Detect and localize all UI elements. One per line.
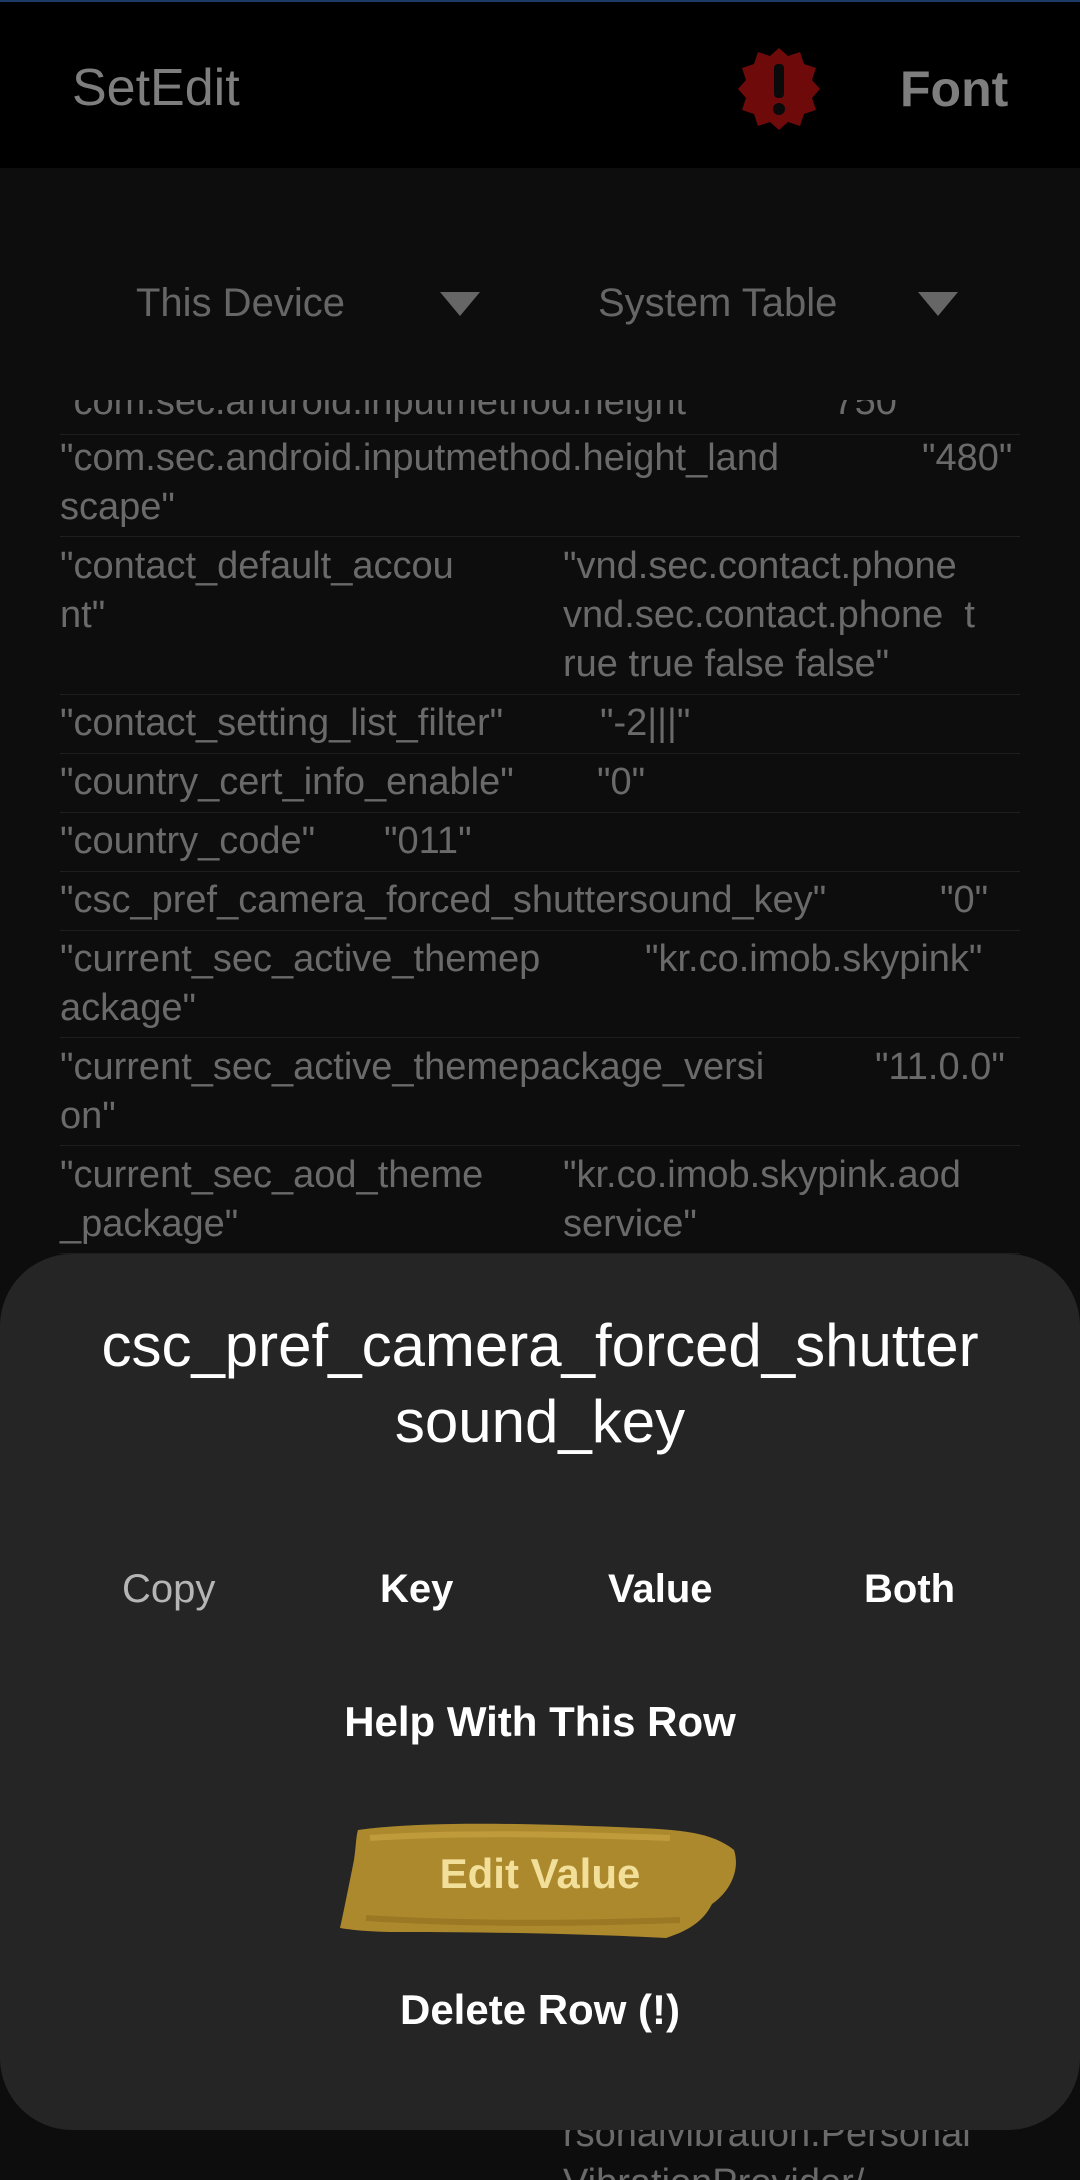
table-row[interactable]: "com.sec.android.inputmethod.height" "75… (60, 400, 1020, 435)
help-with-row-button[interactable]: Help With This Row (0, 1698, 1080, 1746)
delete-row-button[interactable]: Delete Row (!) (0, 1986, 1080, 2034)
sheet-title: csc_pref_camera_forced_shutter sound_key (101, 1312, 979, 1455)
table-row[interactable]: "current_sec_active_themepackage_versi o… (60, 1043, 1020, 1146)
table-row[interactable]: "contact_default_accou nt" "vnd.sec.cont… (60, 542, 1020, 695)
table-row[interactable]: "current_sec_active_themep ackage" "kr.c… (60, 935, 1020, 1038)
table-row[interactable]: "current_sec_aod_theme _package" "kr.co.… (60, 1151, 1020, 1254)
row-key: "csc_pref_camera_forced_shuttersound_key… (60, 879, 827, 921)
table-row[interactable]: "csc_pref_camera_forced_shuttersound_key… (60, 876, 1020, 931)
table-selector[interactable]: System Table (598, 268, 958, 338)
table-row[interactable]: "country_code" "011" (60, 817, 1020, 872)
row-value: "011" (384, 820, 472, 862)
table-row[interactable]: "contact_setting_list_filter" "-2|||" (60, 699, 1020, 754)
copy-value-button[interactable]: Value (608, 1554, 713, 1624)
font-button[interactable]: Font (900, 60, 1008, 118)
row-value: "480" (922, 437, 1013, 479)
row-value: "0" (940, 879, 989, 921)
row-key: "com.sec.android.inputmethod.height_land… (60, 437, 780, 528)
row-key: "country_code" (60, 820, 316, 862)
row-key: "country_cert_info_enable" (60, 761, 514, 803)
alert-badge-icon[interactable] (736, 46, 822, 132)
row-actions-sheet: csc_pref_camera_forced_shutter sound_key… (0, 1254, 1080, 2130)
table-row[interactable]: "com.sec.android.inputmethod.height_land… (60, 434, 1020, 537)
dropdown-arrow-icon (918, 292, 958, 316)
row-key: "contact_setting_list_filter" (60, 702, 504, 744)
row-key: "current_sec_active_themepackage_versi o… (60, 1046, 765, 1137)
row-value: "kr.co.imob.skypink" (645, 938, 983, 980)
row-value: "vnd.sec.contact.phone vnd.sec.contact.p… (563, 545, 975, 685)
app-bar: SetEdit Font (0, 2, 1080, 168)
row-value: "11.0.0" (875, 1046, 1005, 1088)
copy-label: Copy (122, 1567, 216, 1611)
device-selector-label: This Device (136, 280, 345, 325)
screen: SetEdit Font This Device System Table "c… (0, 0, 1080, 2180)
copy-key-button[interactable]: Key (380, 1554, 453, 1624)
copy-both-button[interactable]: Both (864, 1554, 955, 1624)
row-value: "0" (597, 761, 646, 803)
device-selector[interactable]: This Device (136, 268, 480, 338)
edit-value-button[interactable]: Edit Value (340, 1820, 740, 1944)
table-selector-label: System Table (598, 280, 838, 325)
row-key: "contact_default_accou nt" (60, 545, 454, 636)
row-value: "-2|||" (600, 702, 691, 744)
table-row[interactable]: "country_cert_info_enable" "0" (60, 758, 1020, 813)
app-title: SetEdit (72, 59, 240, 117)
row-key: "current_sec_aod_theme _package" (60, 1154, 484, 1245)
row-key: "com.sec.android.inputmethod.height" (60, 400, 700, 423)
copy-options: Copy Key Value Both (0, 1554, 1080, 1624)
edit-value-label: Edit Value (439, 1850, 641, 1897)
row-key: "current_sec_active_themep ackage" (60, 938, 541, 1029)
row-value: "750" (820, 400, 911, 423)
dropdown-arrow-icon (440, 292, 480, 316)
row-value: "kr.co.imob.skypink.aod service" (563, 1154, 961, 1245)
